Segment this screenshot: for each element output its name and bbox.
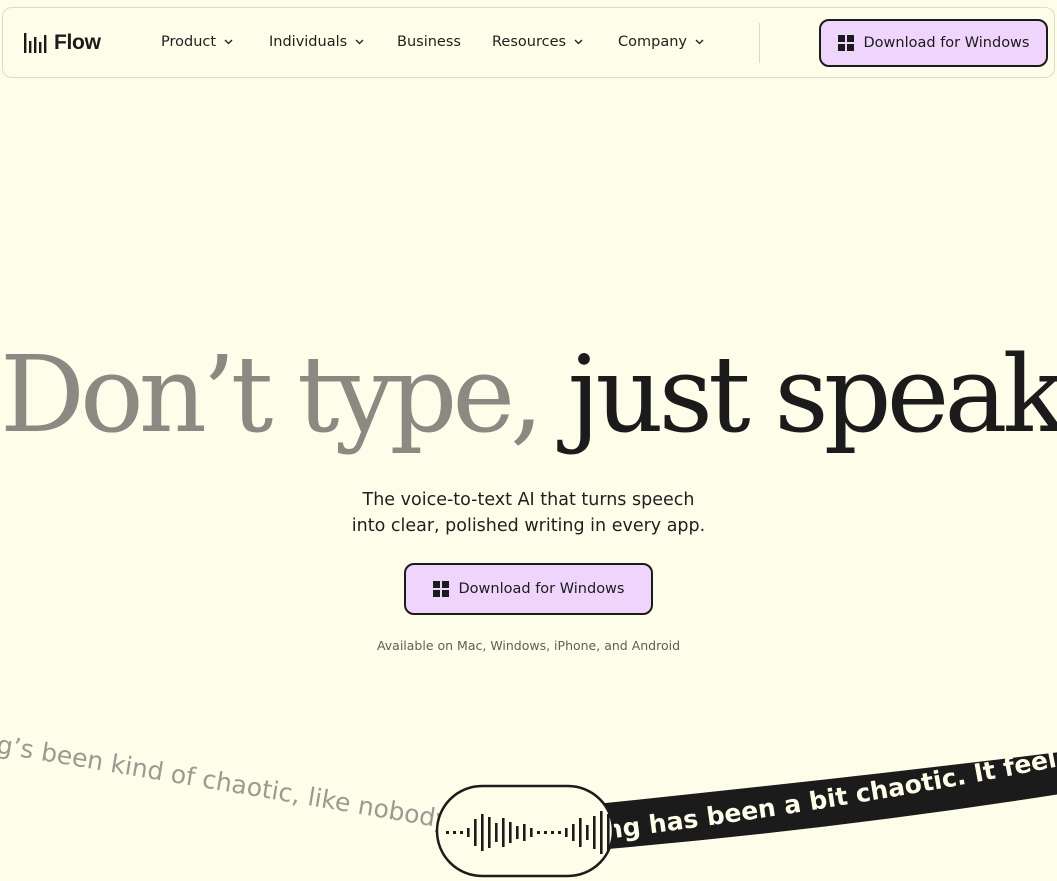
raw-transcript-text: ng’s been kind of chaotic, like nobody	[0, 727, 452, 834]
chevron-down-icon	[224, 39, 233, 45]
nav-item-business[interactable]: Business	[397, 8, 461, 76]
hero-subtitle-line: into clear, polished writing in every ap…	[351, 516, 706, 536]
hero-subtitle-line: The voice-to-text AI that turns speech	[362, 490, 695, 510]
chevron-down-icon	[695, 39, 704, 45]
logo-text: Flow	[54, 31, 101, 54]
nav-item-individuals[interactable]: Individuals	[269, 8, 364, 76]
hero-subtitle: The voice-to-text AI that turns speech i…	[0, 487, 1057, 539]
chevron-down-icon	[355, 39, 364, 45]
availability-note: Available on Mac, Windows, iPhone, and A…	[376, 638, 681, 653]
download-button-label: Download for Windows	[863, 35, 1030, 51]
hero-title-dark: just speak	[567, 333, 1057, 456]
windows-icon	[837, 35, 854, 51]
nav-item-label: Product	[161, 34, 217, 50]
nav-item-label: Individuals	[269, 34, 348, 50]
hero-title-light: Don’t type,	[0, 333, 544, 456]
nav-download-button[interactable]: Download for Windows	[819, 19, 1048, 67]
voice-demo: ng’s been kind of chaotic, like nobody n…	[0, 700, 1057, 881]
nav-item-label: Resources	[492, 34, 567, 50]
hero-title: Don’t type, just speak	[0, 330, 1057, 460]
logo[interactable]: Flow	[23, 31, 101, 55]
nav-item-label: Business	[397, 34, 461, 50]
top-navigation: Flow Product Individuals Business Resour…	[2, 7, 1055, 78]
chevron-down-icon	[574, 39, 583, 45]
audio-bars-icon	[24, 33, 47, 53]
nav-item-product[interactable]: Product	[161, 8, 233, 76]
waveform-icon	[435, 784, 615, 878]
nav-item-label: Company	[618, 34, 687, 50]
hero-download-button[interactable]: Download for Windows	[404, 563, 653, 615]
nav-divider	[759, 23, 760, 63]
windows-icon	[432, 581, 449, 597]
download-button-label: Download for Windows	[458, 581, 625, 597]
nav-item-company[interactable]: Company	[618, 8, 704, 76]
nav-item-resources[interactable]: Resources	[492, 8, 583, 76]
